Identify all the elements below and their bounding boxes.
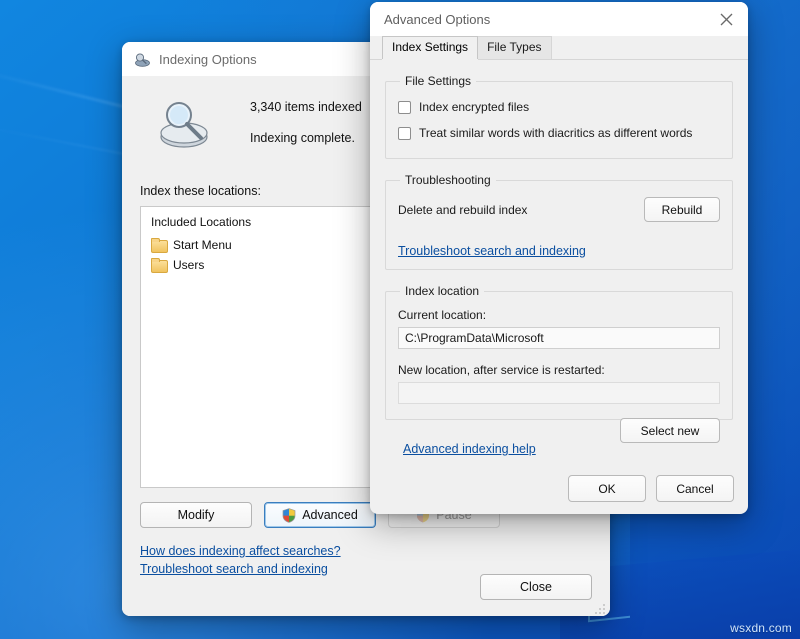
indexing-close-row: Close [480,574,592,600]
rebuild-button[interactable]: Rebuild [644,197,720,222]
ok-button[interactable]: OK [568,475,646,502]
advanced-options-title: Advanced Options [384,12,490,27]
advanced-indexing-help-link[interactable]: Advanced indexing help [403,442,536,456]
treat-diacritics-label: Treat similar words with diacritics as d… [419,126,692,140]
modify-button[interactable]: Modify [140,502,252,528]
current-location-field: C:\ProgramData\Microsoft [398,327,720,349]
troubleshooting-group: Troubleshooting Delete and rebuild index… [385,173,733,270]
indexing-state-text: Indexing complete. [250,123,362,154]
list-item-label: Start Menu [173,238,232,252]
delete-rebuild-label: Delete and rebuild index [398,203,527,217]
tab-file-types[interactable]: File Types [477,36,551,59]
tab-index-settings[interactable]: Index Settings [382,36,478,59]
advanced-options-dialog: Advanced Options Index Settings File Typ… [370,2,748,514]
troubleshooting-legend: Troubleshooting [400,173,496,187]
items-indexed-text: 3,340 items indexed [250,92,362,123]
folder-icon [151,259,166,271]
list-item-label: Users [173,258,204,272]
index-encrypted-files-checkbox[interactable] [398,101,411,114]
indexing-options-title: Indexing Options [159,52,257,67]
new-location-label: New location, after service is restarted… [398,363,720,377]
treat-diacritics-row[interactable]: Treat similar words with diacritics as d… [398,120,720,146]
cancel-button[interactable]: Cancel [656,475,734,502]
new-location-field[interactable] [398,382,720,404]
indexing-options-icon [134,51,151,68]
resize-grip[interactable] [594,601,606,613]
file-settings-legend: File Settings [400,74,476,88]
advanced-options-body: File Settings Index encrypted files Trea… [370,60,748,458]
shield-icon [282,508,296,523]
index-encrypted-files-row[interactable]: Index encrypted files [398,94,720,120]
delete-rebuild-row: Delete and rebuild index Rebuild [398,197,720,222]
index-location-legend: Index location [400,284,484,298]
troubleshooting-link-row: Troubleshoot search and indexing [398,242,720,260]
close-button[interactable]: Close [480,574,592,600]
how-does-indexing-affect-searches-link[interactable]: How does indexing affect searches? [140,544,341,558]
treat-diacritics-checkbox[interactable] [398,127,411,140]
advanced-button[interactable]: Advanced [264,502,376,528]
magnifier-drive-icon [154,94,216,152]
select-new-button[interactable]: Select new [620,418,720,443]
troubleshoot-search-indexing-link[interactable]: Troubleshoot search and indexing [140,562,328,576]
troubleshoot-search-indexing-link[interactable]: Troubleshoot search and indexing [398,244,586,258]
advanced-options-tabstrip: Index Settings File Types [370,36,748,60]
indexing-help-links: How does indexing affect searches? Troub… [140,542,592,578]
index-location-group: Index location Current location: C:\Prog… [385,284,733,420]
current-location-label: Current location: [398,308,720,322]
index-encrypted-files-label: Index encrypted files [419,100,529,114]
advanced-options-footer: OK Cancel [568,475,734,502]
advanced-options-titlebar[interactable]: Advanced Options [370,2,748,36]
folder-icon [151,239,166,251]
site-watermark: wsxdn.com [730,621,792,635]
close-icon[interactable] [704,2,748,36]
advanced-button-label: Advanced [302,508,358,522]
file-settings-group: File Settings Index encrypted files Trea… [385,74,733,159]
index-status-texts: 3,340 items indexed Indexing complete. [250,92,362,154]
